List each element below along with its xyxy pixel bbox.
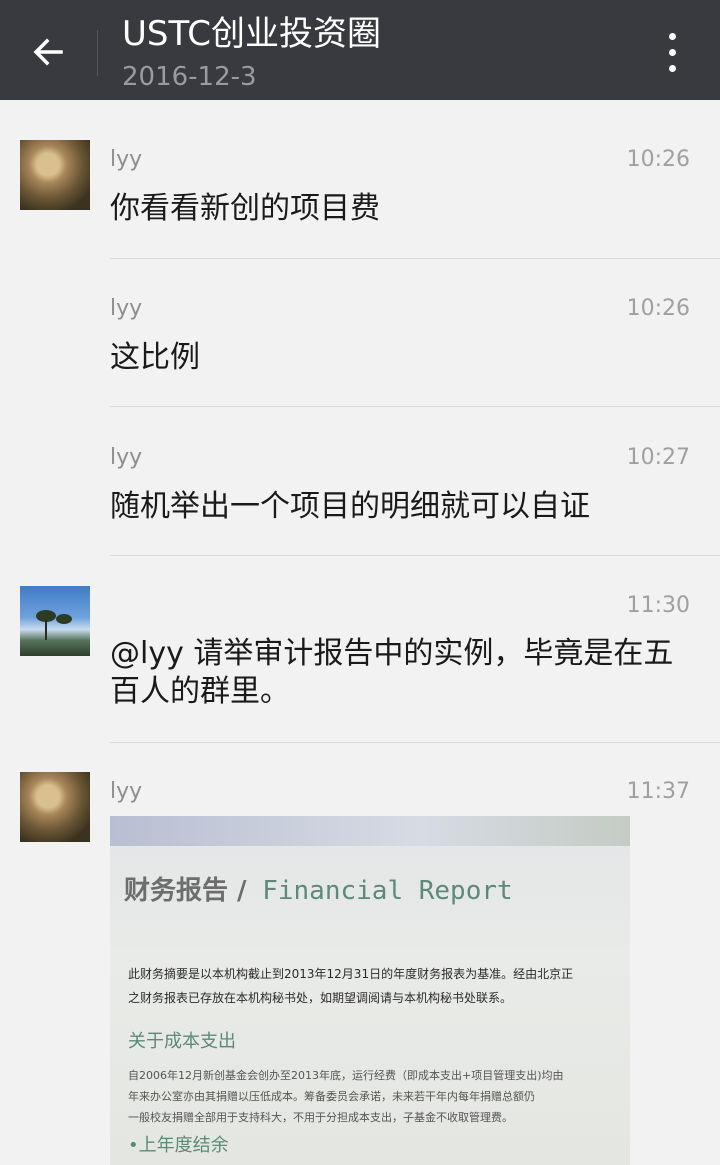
report-paragraph: 自2006年12月新创基金会创办至2013年底，运行经费（即成本支出+项目管理支…	[128, 1069, 564, 1082]
message-text: 这比例	[110, 340, 200, 375]
report-paragraph: 一般校友捐赠全部用于支持科大，不用于分担成本支出，子基金不收取管理费。	[128, 1111, 513, 1124]
avatar[interactable]	[20, 772, 90, 842]
message-text: 随机举出一个项目的明细就可以自证	[110, 489, 590, 524]
separator	[110, 555, 720, 556]
avatar[interactable]	[20, 586, 90, 656]
sender-name: lyy	[110, 445, 143, 470]
sender-name: lyy	[110, 296, 143, 321]
message-time: 11:37	[626, 779, 690, 804]
page-title: USTC创业投资圈	[122, 14, 381, 54]
separator	[110, 406, 720, 407]
separator	[110, 258, 720, 259]
sender-name: lyy	[110, 147, 143, 172]
report-paragraph: 年来办公室亦由其捐赠以压低成本。筹备委员会承诺，未来若干年内每年捐赠总额仍	[128, 1090, 535, 1103]
message-time: 10:26	[626, 147, 690, 172]
report-heading: 关于成本支出	[128, 1031, 236, 1052]
message-time: 10:27	[626, 445, 690, 470]
more-button[interactable]	[650, 26, 694, 78]
report-paragraph: 此财务摘要是以本机构截止到2013年12月31日的年度财务报表为基准。经由北京正	[128, 967, 574, 981]
avatar[interactable]	[20, 140, 90, 210]
report-paragraph: 之财务报表已存放在本机构秘书处，如期望调阅请与本机构秘书处联系。	[128, 991, 513, 1005]
message-time: 11:30	[626, 593, 690, 618]
back-button[interactable]	[22, 28, 74, 76]
top-bar: USTC创业投资圈 2016-12-3	[0, 0, 720, 100]
message-time: 10:26	[626, 296, 690, 321]
page-subtitle: 2016-12-3	[122, 62, 257, 92]
message-text: 你看看新创的项目费	[110, 191, 380, 226]
report-image[interactable]: 财务报告 / Financial Report 此财务摘要是以本机构截止到201…	[110, 816, 630, 1165]
sender-name: lyy	[110, 779, 143, 804]
report-heading: •上年度结余	[128, 1135, 229, 1156]
header-divider	[97, 30, 98, 76]
arrow-left-icon	[33, 38, 63, 66]
report-title: 财务报告 / Financial Report	[124, 876, 513, 906]
more-vertical-icon	[668, 32, 676, 40]
separator	[110, 742, 720, 743]
message-text: @lyy 请举审计报告中的实例，毕竟是在五百人的群里。	[110, 636, 674, 709]
